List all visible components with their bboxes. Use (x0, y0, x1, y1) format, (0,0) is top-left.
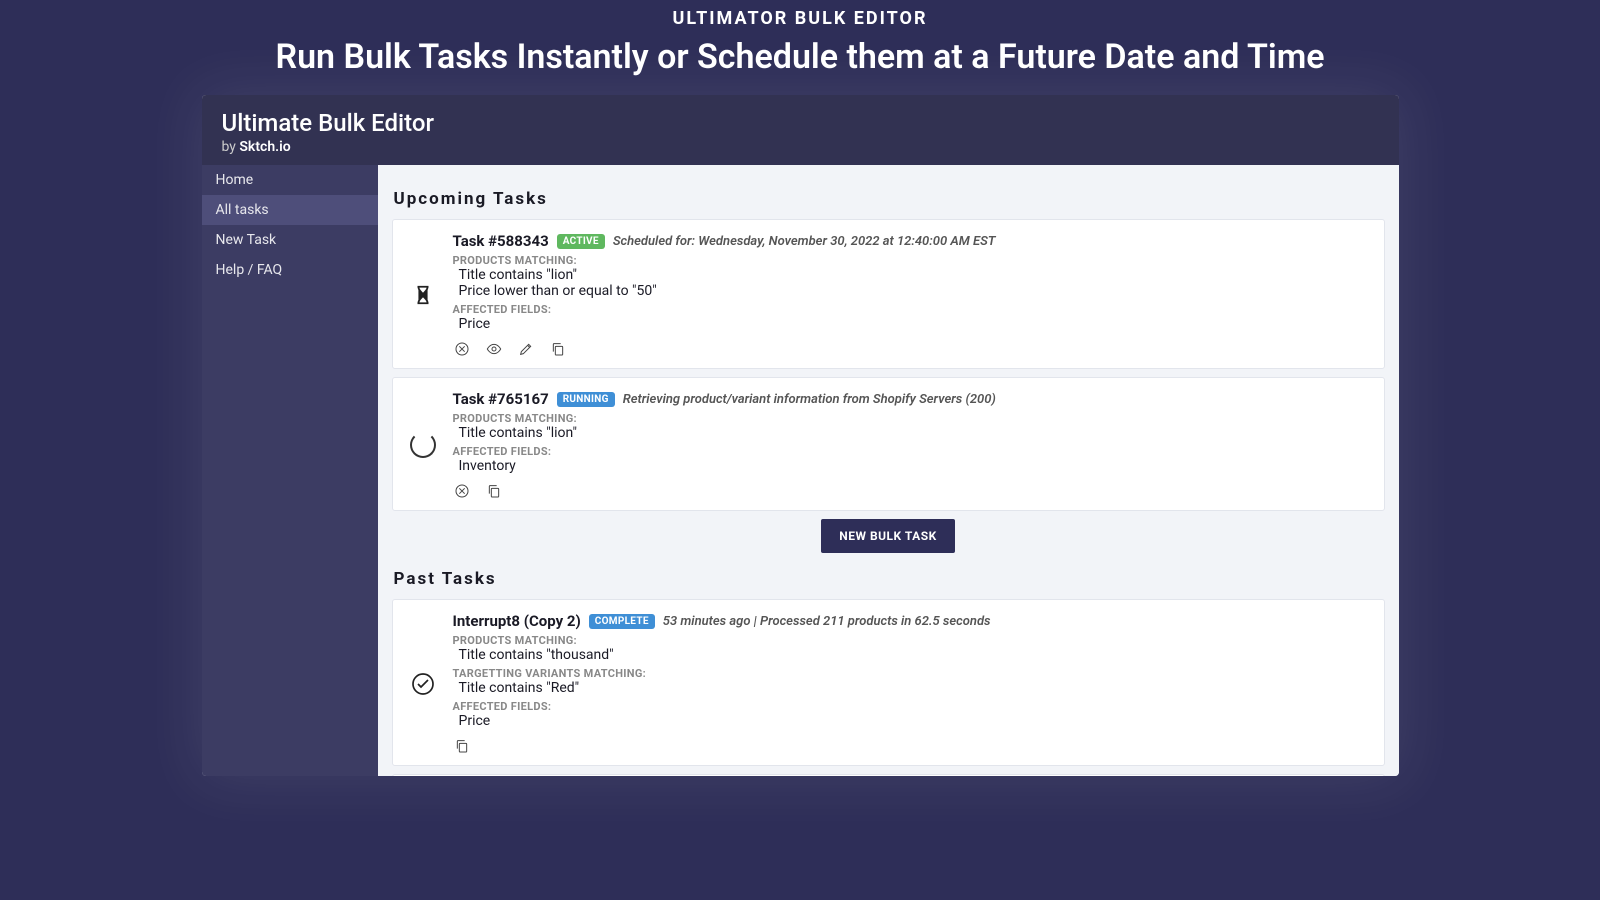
task-title: Task #588343 (453, 232, 549, 250)
copy-button[interactable] (485, 482, 503, 500)
copy-button[interactable] (549, 340, 567, 358)
task-card: Task #765167 RUNNING Retrieving product/va… (392, 377, 1385, 511)
hourglass-icon (407, 284, 439, 306)
products-matching-label: PRODUCTS MATCHING: (453, 254, 1370, 267)
sidebar-item-all-tasks[interactable]: All tasks (202, 195, 378, 225)
matching-rule: Title contains "thousand" (459, 647, 1370, 663)
targeting-variants-label: TARGETTING VARIANTS MATCHING: (453, 667, 1370, 680)
main-content: Upcoming Tasks Task #588343 ACTIVE Schedul… (378, 165, 1399, 776)
affected-fields-label: AFFECTED FIELDS: (453, 303, 1370, 316)
app-header: Ultimate Bulk Editor by Sktch.io (202, 95, 1399, 165)
task-title: Task #765167 (453, 390, 549, 408)
affected-fields-label: AFFECTED FIELDS: (453, 700, 1370, 713)
status-badge: COMPLETE (589, 614, 655, 629)
task-meta: 53 minutes ago | Processed 211 products … (663, 614, 991, 629)
variant-rule: Title contains "Red" (459, 680, 1370, 696)
cancel-button[interactable] (453, 482, 471, 500)
copy-button[interactable] (453, 737, 471, 755)
task-meta: Retrieving product/variant information f… (623, 392, 996, 407)
task-card: Task #588343 ACTIVE Scheduled for: Wednesd… (392, 219, 1385, 369)
task-card: Interrupt8 (Copy 2) COMPLETE 53 minutes ag… (392, 599, 1385, 766)
spinner-icon (407, 432, 439, 458)
task-meta: Scheduled for: Wednesday, November 30, 2… (613, 234, 996, 249)
sidebar-item-help-faq[interactable]: Help / FAQ (202, 255, 378, 285)
cancel-button[interactable] (453, 340, 471, 358)
task-card: Task #451847COMPLETEabout 19 hours ago |… (392, 774, 1385, 776)
check-icon (407, 672, 439, 696)
affected-field: Price (459, 713, 1370, 729)
edit-button[interactable] (517, 340, 535, 358)
past-tasks-heading: Past Tasks (394, 569, 1385, 589)
status-badge: ACTIVE (557, 234, 605, 249)
app-window: Ultimate Bulk Editor by Sktch.io HomeAll… (202, 95, 1399, 776)
products-matching-label: PRODUCTS MATCHING: (453, 634, 1370, 647)
new-bulk-task-button[interactable]: NEW BULK TASK (821, 519, 954, 553)
matching-rule: Title contains "lion" (459, 267, 1370, 283)
status-badge: RUNNING (557, 392, 615, 407)
promo-header: ULTIMATOR BULK EDITOR Run Bulk Tasks Ins… (0, 0, 1600, 81)
vendor-link[interactable]: Sktch.io (239, 139, 290, 155)
affected-field: Price (459, 316, 1370, 332)
matching-rule: Price lower than or equal to "50" (459, 283, 1370, 299)
promo-subtitle: Run Bulk Tasks Instantly or Schedule the… (0, 37, 1600, 77)
task-title: Interrupt8 (Copy 2) (453, 612, 581, 630)
view-button[interactable] (485, 340, 503, 358)
affected-field: Inventory (459, 458, 1370, 474)
sidebar: HomeAll tasksNew TaskHelp / FAQ (202, 165, 378, 776)
affected-fields-label: AFFECTED FIELDS: (453, 445, 1370, 458)
upcoming-tasks-heading: Upcoming Tasks (394, 189, 1385, 209)
app-byline: by Sktch.io (222, 139, 1379, 155)
matching-rule: Title contains "lion" (459, 425, 1370, 441)
promo-title: ULTIMATOR BULK EDITOR (0, 8, 1600, 29)
products-matching-label: PRODUCTS MATCHING: (453, 412, 1370, 425)
app-title: Ultimate Bulk Editor (222, 109, 1379, 137)
sidebar-item-home[interactable]: Home (202, 165, 378, 195)
sidebar-item-new-task[interactable]: New Task (202, 225, 378, 255)
